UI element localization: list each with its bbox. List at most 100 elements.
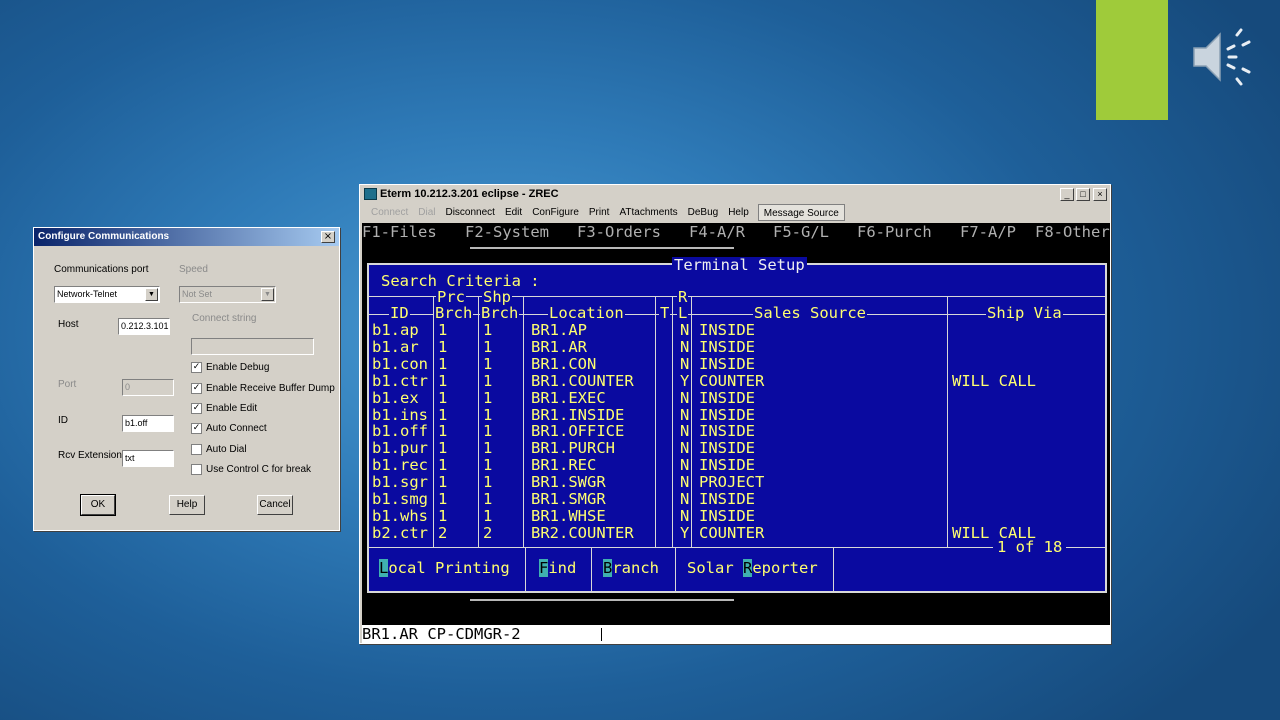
table-row[interactable]: b1.ar 1 1 BR1.AR N INSIDE [369, 337, 1105, 356]
menu-debug[interactable]: DeBug [683, 204, 724, 221]
close-icon[interactable]: × [1093, 188, 1107, 201]
maximize-icon[interactable]: □ [1076, 188, 1090, 201]
port-input[interactable]: 0 [122, 379, 174, 396]
fkey-gl[interactable]: F5-G/L [773, 223, 829, 242]
fkey-ar[interactable]: F4-A/R [689, 223, 745, 242]
fkey-other[interactable]: F8-Other [1035, 223, 1110, 242]
table-row[interactable]: b1.off 1 1 BR1.OFFICE N INSIDE [369, 423, 1105, 440]
cell-prc-brch: 1 [438, 321, 448, 339]
button-divider [591, 547, 592, 593]
table-row[interactable]: b1.ctr 1 1 BR1.COUNTER Y COUNTER WILL CALL [369, 371, 1105, 390]
speed-select[interactable]: Not Set ▼ [179, 286, 276, 303]
cell-sales-source: INSIDE [699, 388, 755, 407]
menu-configure[interactable]: ConFigure [527, 204, 584, 221]
enable-debug-checkbox[interactable]: ✓ [191, 362, 202, 373]
fkey-ap[interactable]: F7-A/P [960, 223, 1016, 242]
cell-rl: N [680, 321, 690, 339]
hotkey: R [743, 559, 753, 577]
auto-dial-checkbox[interactable] [191, 444, 202, 455]
hotkey: L [379, 559, 389, 577]
id-input[interactable]: b1.off [122, 415, 174, 432]
auto-connect-checkbox[interactable]: ✓ [191, 423, 202, 434]
cell-sales-source: INSIDE [699, 422, 755, 441]
fkey-files[interactable]: F1-Files [362, 223, 437, 242]
rcv-extension-input[interactable]: txt [122, 450, 174, 467]
cancel-button[interactable]: Cancel [257, 495, 293, 515]
button-label: ranch [612, 559, 660, 577]
cell-rl: N [680, 456, 690, 475]
menu-print[interactable]: Print [584, 204, 615, 221]
enable-receive-buffer-dump-checkbox[interactable]: ✓ [191, 383, 202, 394]
table-row[interactable]: b1.rec 1 1 BR1.REC N INSIDE [369, 457, 1105, 474]
menu-dial[interactable]: Dial [413, 204, 440, 221]
table-row[interactable]: b1.ex 1 1 BR1.EXEC N INSIDE [369, 388, 1105, 407]
cell-rl: N [680, 354, 690, 373]
solar-reporter-button[interactable]: Solar Reporter [687, 551, 818, 585]
cell-prc-brch: 1 [438, 490, 448, 508]
menu-help[interactable]: Help [723, 204, 754, 221]
chevron-down-icon[interactable]: ▼ [145, 288, 158, 301]
window-title: Eterm 10.212.3.201 eclipse - ZREC [380, 188, 559, 200]
cell-shp-brch: 1 [483, 371, 493, 390]
speaker-icon[interactable] [1190, 26, 1256, 88]
cell-shp-brch: 1 [483, 388, 493, 407]
cell-id: b1.ar [372, 337, 419, 356]
cell-prc-brch: 1 [438, 371, 448, 390]
enable-edit-checkbox[interactable]: ✓ [191, 403, 202, 414]
header-shp-brch: Brch [480, 304, 520, 322]
find-button[interactable]: Find [539, 551, 576, 585]
help-button[interactable]: Help [169, 495, 205, 515]
message-source-tab[interactable]: Message Source [757, 204, 845, 221]
cell-sales-source: COUNTER [699, 523, 765, 542]
table-row[interactable]: b1.con 1 1 BR1.CON N INSIDE [369, 354, 1105, 373]
table-row[interactable]: b1.smg 1 1 BR1.SMGR N INSIDE [369, 491, 1105, 508]
table-row[interactable]: b1.sgr 1 1 BR1.SWGR N PROJECT [369, 474, 1105, 491]
menu-disconnect[interactable]: Disconnect [440, 204, 499, 221]
use-control-c-checkbox[interactable] [191, 464, 202, 475]
cell-rl: N [680, 490, 690, 508]
cell-location: BR1.AR [531, 337, 587, 356]
menu-edit[interactable]: Edit [500, 204, 527, 221]
cell-id: b2.ctr [372, 523, 428, 542]
fkey-system[interactable]: F2-System [465, 223, 549, 242]
enable-debug-label: Enable Debug [206, 362, 270, 373]
terminal-screen[interactable]: F1-Files F2-System F3-Orders F4-A/R F5-G… [362, 223, 1110, 643]
page-indicator: 1 of 18 [993, 539, 1067, 556]
comm-port-label: Communications port [54, 264, 149, 275]
cell-id: b1.off [372, 422, 428, 441]
frame-top-line [470, 247, 734, 249]
panel-title: Terminal Setup [672, 256, 807, 274]
cell-rl: N [680, 388, 690, 407]
cell-shp-brch: 1 [483, 506, 493, 525]
close-icon[interactable]: × [321, 231, 335, 243]
table-row[interactable]: b1.ap 1 1 BR1.AP N INSIDE [369, 322, 1105, 339]
button-label: ind [548, 559, 577, 577]
minimize-icon[interactable]: _ [1060, 188, 1074, 201]
ok-button[interactable]: OK [80, 494, 116, 516]
cell-shp-brch: 1 [483, 422, 493, 441]
cell-shp-brch: 1 [483, 405, 493, 424]
branch-button[interactable]: Branch [603, 551, 659, 585]
port-label: Port [58, 379, 77, 390]
auto-dial-label: Auto Dial [206, 444, 247, 455]
cell-prc-brch: 1 [438, 405, 448, 424]
table-row[interactable]: b1.pur 1 1 BR1.PURCH N INSIDE [369, 440, 1105, 457]
use-control-c-label: Use Control C for break [206, 464, 312, 475]
local-printing-button[interactable]: Local Printing [379, 551, 510, 585]
cell-sales-source: INSIDE [699, 354, 755, 373]
fkey-purch[interactable]: F6-Purch [857, 223, 932, 242]
host-input[interactable]: 0.212.3.101 [118, 318, 170, 335]
comm-port-select[interactable]: Network-Telnet ▼ [54, 286, 160, 303]
status-line[interactable]: BR1.AR CP-CDMGR-2 [362, 625, 1110, 643]
menu-attachments[interactable]: ATtachments [614, 204, 682, 221]
terminal-app-icon [364, 188, 377, 200]
chevron-down-icon[interactable]: ▼ [261, 288, 274, 301]
table-row[interactable]: b1.ins 1 1 BR1.INSIDE N INSIDE [369, 405, 1105, 424]
table-row[interactable]: b1.whs 1 1 BR1.WHSE N INSIDE [369, 506, 1105, 525]
menu-connect[interactable]: Connect [366, 204, 413, 221]
connect-string-input[interactable] [191, 338, 314, 355]
cell-sales-source: INSIDE [699, 490, 755, 508]
cell-location: BR1.PURCH [531, 439, 615, 458]
cell-location: BR1.COUNTER [531, 371, 634, 390]
fkey-orders[interactable]: F3-Orders [577, 223, 661, 242]
